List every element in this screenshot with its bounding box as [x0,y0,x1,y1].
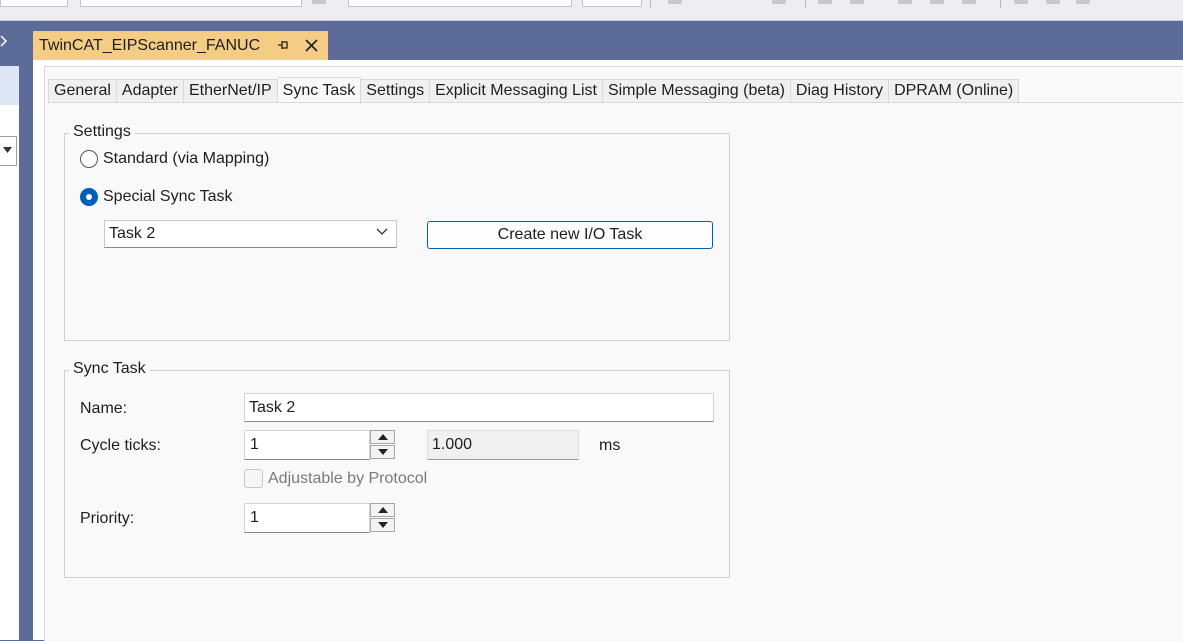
priority-input[interactable]: 1 [244,503,370,533]
toolbar-button-icon[interactable] [818,0,832,4]
radio-button-selected[interactable] [80,188,98,206]
tab-label: Adapter [121,82,178,99]
arrow-up-icon [377,507,388,513]
document-tab[interactable]: TwinCAT_EIPScanner_FANUC [33,31,328,60]
radio-button[interactable] [80,150,98,168]
toolbar-separator [1000,0,1001,8]
task-select[interactable]: Task 2 [104,220,397,248]
toolbar-button-icon[interactable] [772,0,786,4]
left-tool-window [0,22,19,640]
left-panel-header [0,66,19,105]
toolbar-button-icon[interactable] [930,0,944,4]
increment-button[interactable] [370,430,395,444]
toolbar-separator [805,0,806,8]
cycle-ticks-input[interactable]: 1 [244,430,370,460]
radio-standard[interactable]: Standard (via Mapping) [80,150,269,168]
toolbar-separator [650,0,651,8]
chevron-down-icon [3,147,12,153]
tab-adapter[interactable]: Adapter [116,79,184,103]
priority-value: 1 [250,509,259,526]
arrow-down-icon [377,449,388,455]
tab-label: Diag History [795,82,884,99]
toolbar-dropdown-arrow-icon[interactable] [312,0,326,4]
toolbar-button-icon[interactable] [962,0,976,4]
cycle-time-field: 1.000 [427,430,579,460]
tab-general[interactable]: General [48,79,117,103]
document-content: General Adapter EtherNet/IP Sync Task Se… [33,60,1183,641]
checkbox[interactable] [244,469,263,488]
name-label: Name: [80,400,128,417]
pin-icon[interactable] [276,38,290,52]
task-select-value: Task 2 [109,225,156,242]
close-icon[interactable] [304,38,319,53]
toolbar-small-box[interactable] [582,0,642,7]
properties-panel: General Adapter EtherNet/IP Sync Task Se… [44,66,1183,641]
document-tab-title: TwinCAT_EIPScanner_FANUC [39,36,261,54]
cycle-ticks-label: Cycle ticks: [80,437,161,454]
tab-diag-history[interactable]: Diag History [790,79,890,103]
adjustable-by-protocol-checkbox[interactable]: Adjustable by Protocol [244,469,427,488]
toolbar-button-icon[interactable] [1076,0,1090,4]
tab-label: General [54,82,111,99]
adjustable-label: Adjustable by Protocol [268,469,428,487]
settings-group: Settings Standard (via Mapping) Special … [64,123,730,341]
toolbar-search-box[interactable] [348,0,572,7]
tab-label: DPRAM (Online) [894,82,1014,99]
tab-simple-messaging[interactable]: Simple Messaging (beta) [602,79,791,103]
cycle-time-value: 1.000 [432,436,473,453]
increment-button[interactable] [370,503,395,517]
tab-explicit-messaging-list[interactable]: Explicit Messaging List [430,79,603,103]
cycle-ticks-stepper[interactable]: 1 [244,430,396,460]
tab-dpram-online[interactable]: DPRAM (Online) [889,79,1020,103]
toolbar-button-icon[interactable] [1014,0,1028,4]
tab-label: EtherNet/IP [188,82,272,99]
sync-task-group-title: Sync Task [69,360,150,378]
tab-sync-task[interactable]: Sync Task [277,77,362,104]
toolbar-button-icon[interactable] [898,0,912,4]
arrow-up-icon [377,434,388,440]
decrement-button[interactable] [370,445,395,459]
arrow-down-icon [377,522,388,528]
tab-label: Simple Messaging (beta) [607,82,785,99]
toolbar-button-icon[interactable] [668,0,682,4]
name-field[interactable]: Task 2 [244,393,714,422]
chevron-down-icon [376,228,388,235]
cycle-ticks-value: 1 [250,436,259,453]
tab-label: Settings [366,82,425,99]
tab-divider [48,102,1183,103]
priority-label: Priority: [80,510,135,527]
sync-task-group: Sync Task Name: Task 2 Cycle ticks: 1 1.… [64,360,730,578]
priority-stepper[interactable]: 1 [244,503,396,533]
tab-ethernet-ip[interactable]: EtherNet/IP [183,79,278,103]
toolbar-button-icon[interactable] [1046,0,1060,4]
radio-special-sync-task[interactable]: Special Sync Task [80,188,233,206]
tab-strip: General Adapter EtherNet/IP Sync Task Se… [48,77,1020,104]
decrement-button[interactable] [370,518,395,532]
name-field-value: Task 2 [249,398,296,416]
tab-label: Sync Task [282,82,356,99]
close-icon[interactable] [0,35,12,47]
toolbar-button-icon[interactable] [850,0,864,4]
toolbar-combo[interactable] [80,0,302,7]
radio-standard-label: Standard (via Mapping) [103,150,270,167]
tab-settings[interactable]: Settings [361,79,431,103]
radio-special-label: Special Sync Task [103,188,233,205]
left-panel-dropdown[interactable] [0,136,17,166]
create-button-label: Create new I/O Task [497,226,643,243]
create-new-io-task-button[interactable]: Create new I/O Task [427,221,713,249]
toolbar [0,0,1183,21]
toolbar-dropdown[interactable] [0,0,68,7]
settings-group-title: Settings [69,123,135,141]
tab-label: Explicit Messaging List [435,82,597,99]
cycle-unit-label: ms [599,437,621,454]
